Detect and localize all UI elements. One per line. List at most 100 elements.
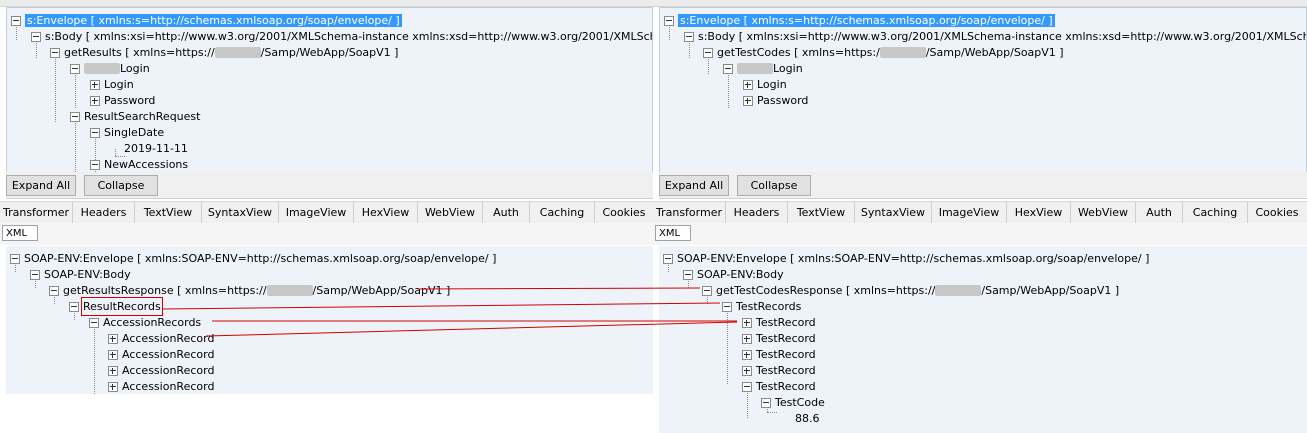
new-accessions-node[interactable]: NewAccessions (104, 157, 188, 172)
body-node[interactable]: s:Body [ xmlns:xsi=http://www.w3.org/200… (45, 29, 652, 44)
method-node[interactable]: getTestCodes [ xmlns=https:/ /Samp/WebApp… (717, 45, 1064, 60)
collapse-box-icon[interactable] (11, 16, 21, 26)
tab-transformer[interactable]: Transformer (653, 202, 726, 223)
collapse-box-icon[interactable] (742, 382, 752, 392)
tab-headers[interactable]: Headers (73, 202, 135, 223)
tab-headers[interactable]: Headers (726, 202, 788, 223)
collapse-box-icon[interactable] (90, 128, 100, 138)
tab-textview[interactable]: TextView (788, 202, 855, 223)
format-selector[interactable]: XML (2, 225, 38, 241)
expand-all-button[interactable]: Expand All (6, 175, 76, 196)
tab-webview[interactable]: WebView (1071, 202, 1136, 223)
tab-transformer[interactable]: Transformer (0, 202, 73, 223)
test-record-node[interactable]: TestRecord (756, 363, 816, 378)
collapse-box-icon[interactable] (702, 286, 712, 296)
test-record-node[interactable]: TestRecord (756, 331, 816, 346)
tab-hexview[interactable]: HexView (354, 202, 418, 223)
test-code-value-node[interactable]: 88.6 (795, 411, 820, 426)
tab-cookies[interactable]: Cookies (595, 202, 653, 223)
accession-records-node[interactable]: AccessionRecords (103, 315, 201, 330)
collapse-box-icon[interactable] (722, 302, 732, 312)
expand-box-icon[interactable] (90, 96, 100, 106)
collapse-box-icon[interactable] (49, 286, 59, 296)
collapse-box-icon[interactable] (70, 112, 80, 122)
expand-box-icon[interactable] (743, 80, 753, 90)
collapse-box-icon[interactable] (69, 302, 79, 312)
search-request-node[interactable]: ResultSearchRequest (84, 109, 200, 124)
collapse-box-icon[interactable] (90, 160, 100, 170)
expand-box-icon[interactable] (742, 350, 752, 360)
format-selector[interactable]: XML (655, 225, 691, 241)
envelope-node[interactable]: s:Envelope [ xmlns:s=http://schemas.xmls… (678, 13, 1055, 28)
test-record-node[interactable]: TestRecord (756, 347, 816, 362)
tab-cookies[interactable]: Cookies (1248, 202, 1306, 223)
response-node[interactable]: getTestCodesResponse [ xmlns=https:// /Sa… (716, 283, 1119, 298)
expand-box-icon[interactable] (108, 350, 118, 360)
expand-all-button[interactable]: Expand All (659, 175, 729, 196)
soap-body-node[interactable]: SOAP-ENV:Body (697, 267, 784, 282)
collapse-box-icon[interactable] (50, 48, 60, 58)
collapse-box-icon[interactable] (683, 270, 693, 280)
collapse-box-icon[interactable] (703, 48, 713, 58)
test-code-node[interactable]: TestCode (775, 395, 825, 410)
collapse-box-icon[interactable] (70, 64, 80, 74)
collapse-box-icon[interactable] (31, 32, 41, 42)
login-node[interactable]: Login (104, 77, 134, 92)
login-node[interactable]: Login (757, 77, 787, 92)
test-record-node[interactable]: TestRecord (756, 379, 816, 394)
collapse-box-icon[interactable] (664, 16, 674, 26)
expand-box-icon[interactable] (108, 382, 118, 392)
accession-record-node[interactable]: AccessionRecord (122, 379, 214, 394)
envelope-node[interactable]: s:Envelope [ xmlns:s=http://schemas.xmls… (25, 13, 402, 28)
expand-box-icon[interactable] (90, 80, 100, 90)
single-date-node[interactable]: SingleDate (104, 125, 164, 140)
collapse-box-icon[interactable] (10, 254, 20, 264)
collapse-box-icon[interactable] (89, 318, 99, 328)
result-records-node[interactable]: ResultRecords (81, 297, 163, 316)
request-xml-tree[interactable]: s:Envelope [ xmlns:s=http://schemas.xmls… (6, 7, 653, 173)
date-value-node[interactable]: 2019-11-11 (124, 141, 188, 156)
soap-envelope-node[interactable]: SOAP-ENV:Envelope [ xmlns:SOAP-ENV=http:… (24, 251, 496, 266)
collapse-box-icon[interactable] (684, 32, 694, 42)
soap-envelope-node[interactable]: SOAP-ENV:Envelope [ xmlns:SOAP-ENV=http:… (677, 251, 1149, 266)
collapse-button[interactable]: Collapse (737, 175, 811, 196)
expand-box-icon[interactable] (742, 318, 752, 328)
method-node[interactable]: getResults [ xmlns=https:// /Samp/WebApp/… (64, 45, 398, 60)
login-group-node[interactable]: Login (84, 61, 150, 76)
response-node[interactable]: getResultsResponse [ xmlns=https:// /Samp… (63, 283, 450, 298)
test-record-node[interactable]: TestRecord (756, 315, 816, 330)
tab-imageview[interactable]: ImageView (932, 202, 1007, 223)
expand-box-icon[interactable] (108, 334, 118, 344)
tab-textview[interactable]: TextView (135, 202, 202, 223)
password-node[interactable]: Password (104, 93, 155, 108)
tab-caching[interactable]: Caching (1183, 202, 1248, 223)
tab-caching[interactable]: Caching (530, 202, 595, 223)
request-xml-tree[interactable]: s:Envelope [ xmlns:s=http://schemas.xmls… (659, 7, 1307, 173)
expand-box-icon[interactable] (742, 334, 752, 344)
tab-auth[interactable]: Auth (483, 202, 530, 223)
collapse-button[interactable]: Collapse (84, 175, 158, 196)
password-node[interactable]: Password (757, 93, 808, 108)
login-group-node[interactable]: Login (737, 61, 803, 76)
tab-syntaxview[interactable]: SyntaxView (202, 202, 279, 223)
accession-record-node[interactable]: AccessionRecord (122, 363, 214, 378)
expand-box-icon[interactable] (742, 366, 752, 376)
tab-hexview[interactable]: HexView (1007, 202, 1071, 223)
response-xml-tree[interactable]: SOAP-ENV:Envelope [ xmlns:SOAP-ENV=http:… (6, 246, 653, 394)
soap-body-node[interactable]: SOAP-ENV:Body (44, 267, 131, 282)
body-node[interactable]: s:Body [ xmlns:xsi=http://www.w3.org/200… (698, 29, 1306, 44)
accession-record-node[interactable]: AccessionRecord (122, 347, 214, 362)
tab-auth[interactable]: Auth (1136, 202, 1183, 223)
tab-imageview[interactable]: ImageView (279, 202, 354, 223)
collapse-box-icon[interactable] (761, 398, 771, 408)
expand-box-icon[interactable] (743, 96, 753, 106)
test-records-node[interactable]: TestRecords (736, 299, 801, 314)
collapse-box-icon[interactable] (30, 270, 40, 280)
tab-syntaxview[interactable]: SyntaxView (855, 202, 932, 223)
accession-record-node[interactable]: AccessionRecord (122, 331, 214, 346)
collapse-box-icon[interactable] (723, 64, 733, 74)
expand-box-icon[interactable] (108, 366, 118, 376)
response-xml-tree[interactable]: SOAP-ENV:Envelope [ xmlns:SOAP-ENV=http:… (659, 246, 1307, 433)
tab-webview[interactable]: WebView (418, 202, 483, 223)
collapse-box-icon[interactable] (663, 254, 673, 264)
